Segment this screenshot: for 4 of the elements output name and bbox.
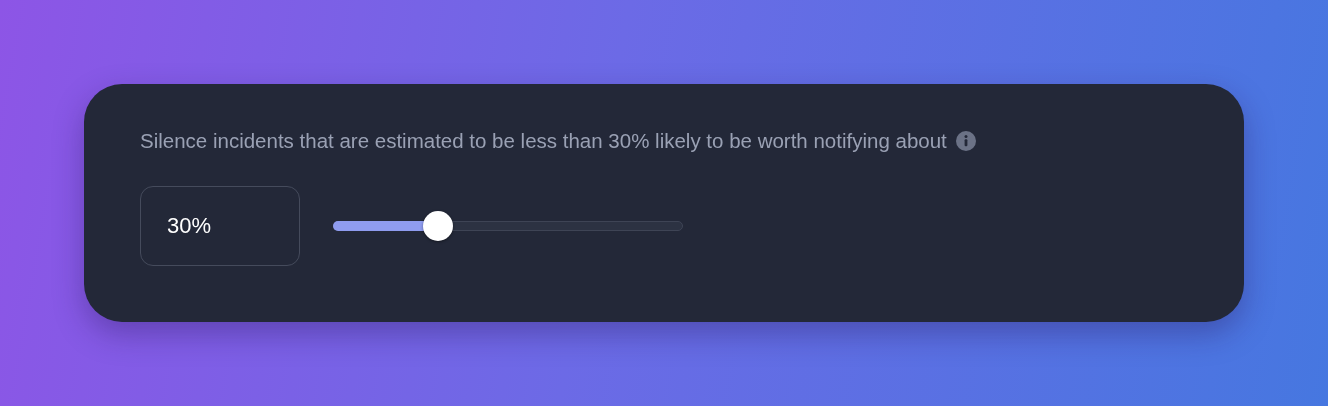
percentage-input[interactable]: 30% <box>140 186 300 266</box>
slider-thumb[interactable] <box>423 211 453 241</box>
setting-label: Silence incidents that are estimated to be less than 30% likely to be worth notifying about <box>140 129 947 153</box>
info-icon[interactable] <box>955 131 976 151</box>
